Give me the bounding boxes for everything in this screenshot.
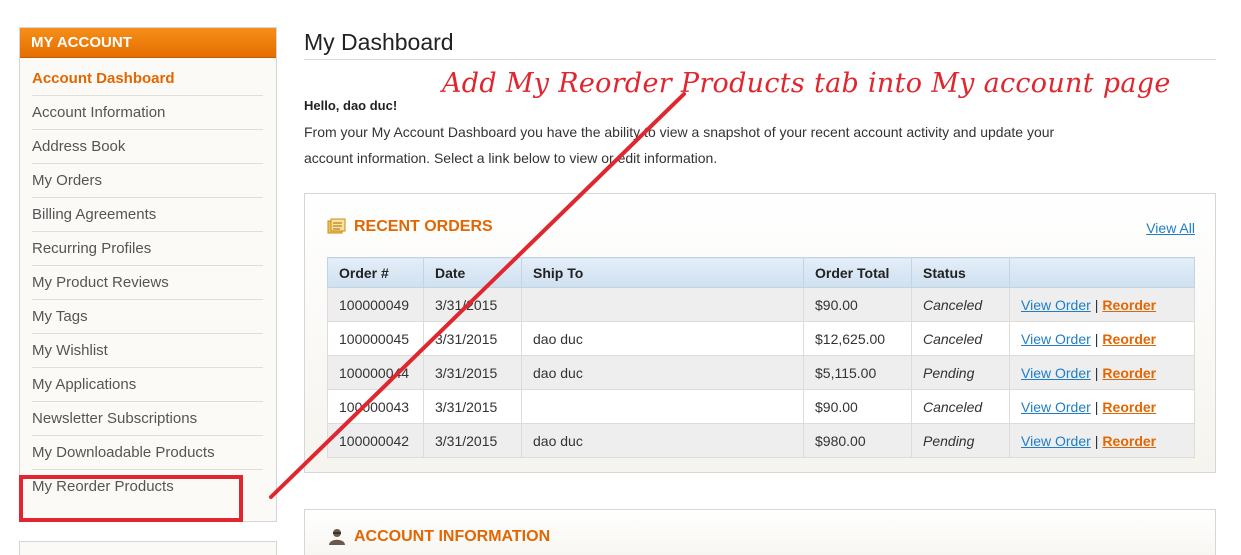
order-ship-to [521,389,804,424]
order-total: $5,115.00 [803,355,912,390]
order-actions: View Order | Reorder [1009,423,1195,458]
order-actions: View Order | Reorder [1009,287,1195,322]
order-status: Pending [911,423,1010,458]
view-order-link[interactable]: View Order [1021,399,1091,415]
reorder-link[interactable]: Reorder [1102,399,1156,415]
order-actions: View Order | Reorder [1009,389,1195,424]
column-header-order-total: Order Total [803,257,912,288]
view-order-link[interactable]: View Order [1021,433,1091,449]
sidebar-item-my-orders[interactable]: My Orders [32,164,263,198]
sidebar-nav: Account Dashboard Account Information Ad… [20,58,276,504]
order-date: 3/31/2015 [423,389,522,424]
order-status: Canceled [911,287,1010,322]
action-separator: | [1094,330,1099,347]
user-icon [329,529,345,545]
account-information-title: ACCOUNT INFORMATION [354,528,551,545]
order-total: $12,625.00 [803,321,912,356]
order-ship-to: dao duc [521,321,804,356]
table-row: 100000043 3/31/2015 $90.00 Canceled View… [327,389,1195,424]
table-row: 100000044 3/31/2015 dao duc $5,115.00 Pe… [327,355,1195,390]
sidebar-item-my-applications[interactable]: My Applications [32,368,263,402]
order-status: Canceled [911,389,1010,424]
order-actions: View Order | Reorder [1009,355,1195,390]
order-number: 100000045 [327,321,424,356]
view-all-link[interactable]: View All [1146,220,1195,236]
order-date: 3/31/2015 [423,355,522,390]
order-status: Canceled [911,321,1010,356]
title-divider [304,59,1216,60]
order-date: 3/31/2015 [423,287,522,322]
order-ship-to: dao duc [521,355,804,390]
order-ship-to: dao duc [521,423,804,458]
sidebar-item-my-downloadable-products[interactable]: My Downloadable Products [32,436,263,470]
sidebar-item-account-dashboard[interactable]: Account Dashboard [32,62,263,96]
reorder-link[interactable]: Reorder [1102,433,1156,449]
table-row: 100000049 3/31/2015 $90.00 Canceled View… [327,287,1195,322]
action-separator: | [1094,432,1099,449]
view-order-link[interactable]: View Order [1021,297,1091,313]
greeting: Hello, dao duc! [304,98,398,113]
table-row: 100000045 3/31/2015 dao duc $12,625.00 C… [327,321,1195,356]
action-separator: | [1094,296,1099,313]
action-separator: | [1094,398,1099,415]
sidebar-item-my-wishlist[interactable]: My Wishlist [32,334,263,368]
recent-orders-icon [327,218,346,234]
recent-orders-panel: RECENT ORDERS View All Order # Date Ship… [304,193,1216,473]
account-sidebar: MY ACCOUNT Account Dashboard Account Inf… [19,27,277,522]
order-date: 3/31/2015 [423,321,522,356]
order-total: $980.00 [803,423,912,458]
reorder-link[interactable]: Reorder [1102,297,1156,313]
column-header-ship-to: Ship To [521,257,804,288]
annotation-highlight-box [19,475,243,522]
sidebar-item-recurring-profiles[interactable]: Recurring Profiles [32,232,263,266]
order-status: Pending [911,355,1010,390]
annotation-callout: Add My Reorder Products tab into My acco… [442,68,1171,99]
order-total: $90.00 [803,287,912,322]
page-title: My Dashboard [304,29,454,55]
order-total: $90.00 [803,389,912,424]
column-header-order: Order # [327,257,424,288]
table-row: 100000042 3/31/2015 dao duc $980.00 Pend… [327,423,1195,458]
account-information-heading: ACCOUNT INFORMATION [327,526,550,548]
order-number: 100000042 [327,423,424,458]
sidebar-item-address-book[interactable]: Address Book [32,130,263,164]
order-ship-to [521,287,804,322]
sidebar-item-billing-agreements[interactable]: Billing Agreements [32,198,263,232]
reorder-link[interactable]: Reorder [1102,331,1156,347]
account-information-panel: ACCOUNT INFORMATION [304,509,1216,555]
recent-orders-table: Order # Date Ship To Order Total Status … [327,257,1195,458]
recent-orders-title: RECENT ORDERS [354,218,493,235]
intro-text: From your My Account Dashboard you have … [304,124,1055,166]
sidebar-secondary-block [19,541,277,555]
sidebar-item-my-tags[interactable]: My Tags [32,300,263,334]
order-date: 3/31/2015 [423,423,522,458]
recent-orders-heading: RECENT ORDERS [327,216,493,238]
table-header-row: Order # Date Ship To Order Total Status [327,257,1195,288]
sidebar-item-account-information[interactable]: Account Information [32,96,263,130]
view-order-link[interactable]: View Order [1021,365,1091,381]
order-number: 100000044 [327,355,424,390]
action-separator: | [1094,364,1099,381]
column-header-date: Date [423,257,522,288]
order-number: 100000049 [327,287,424,322]
sidebar-title: MY ACCOUNT [20,28,276,58]
sidebar-item-my-product-reviews[interactable]: My Product Reviews [32,266,263,300]
sidebar-item-newsletter-subscriptions[interactable]: Newsletter Subscriptions [32,402,263,436]
order-actions: View Order | Reorder [1009,321,1195,356]
reorder-link[interactable]: Reorder [1102,365,1156,381]
view-order-link[interactable]: View Order [1021,331,1091,347]
column-header-status: Status [911,257,1010,288]
order-number: 100000043 [327,389,424,424]
column-header-actions [1009,257,1195,288]
